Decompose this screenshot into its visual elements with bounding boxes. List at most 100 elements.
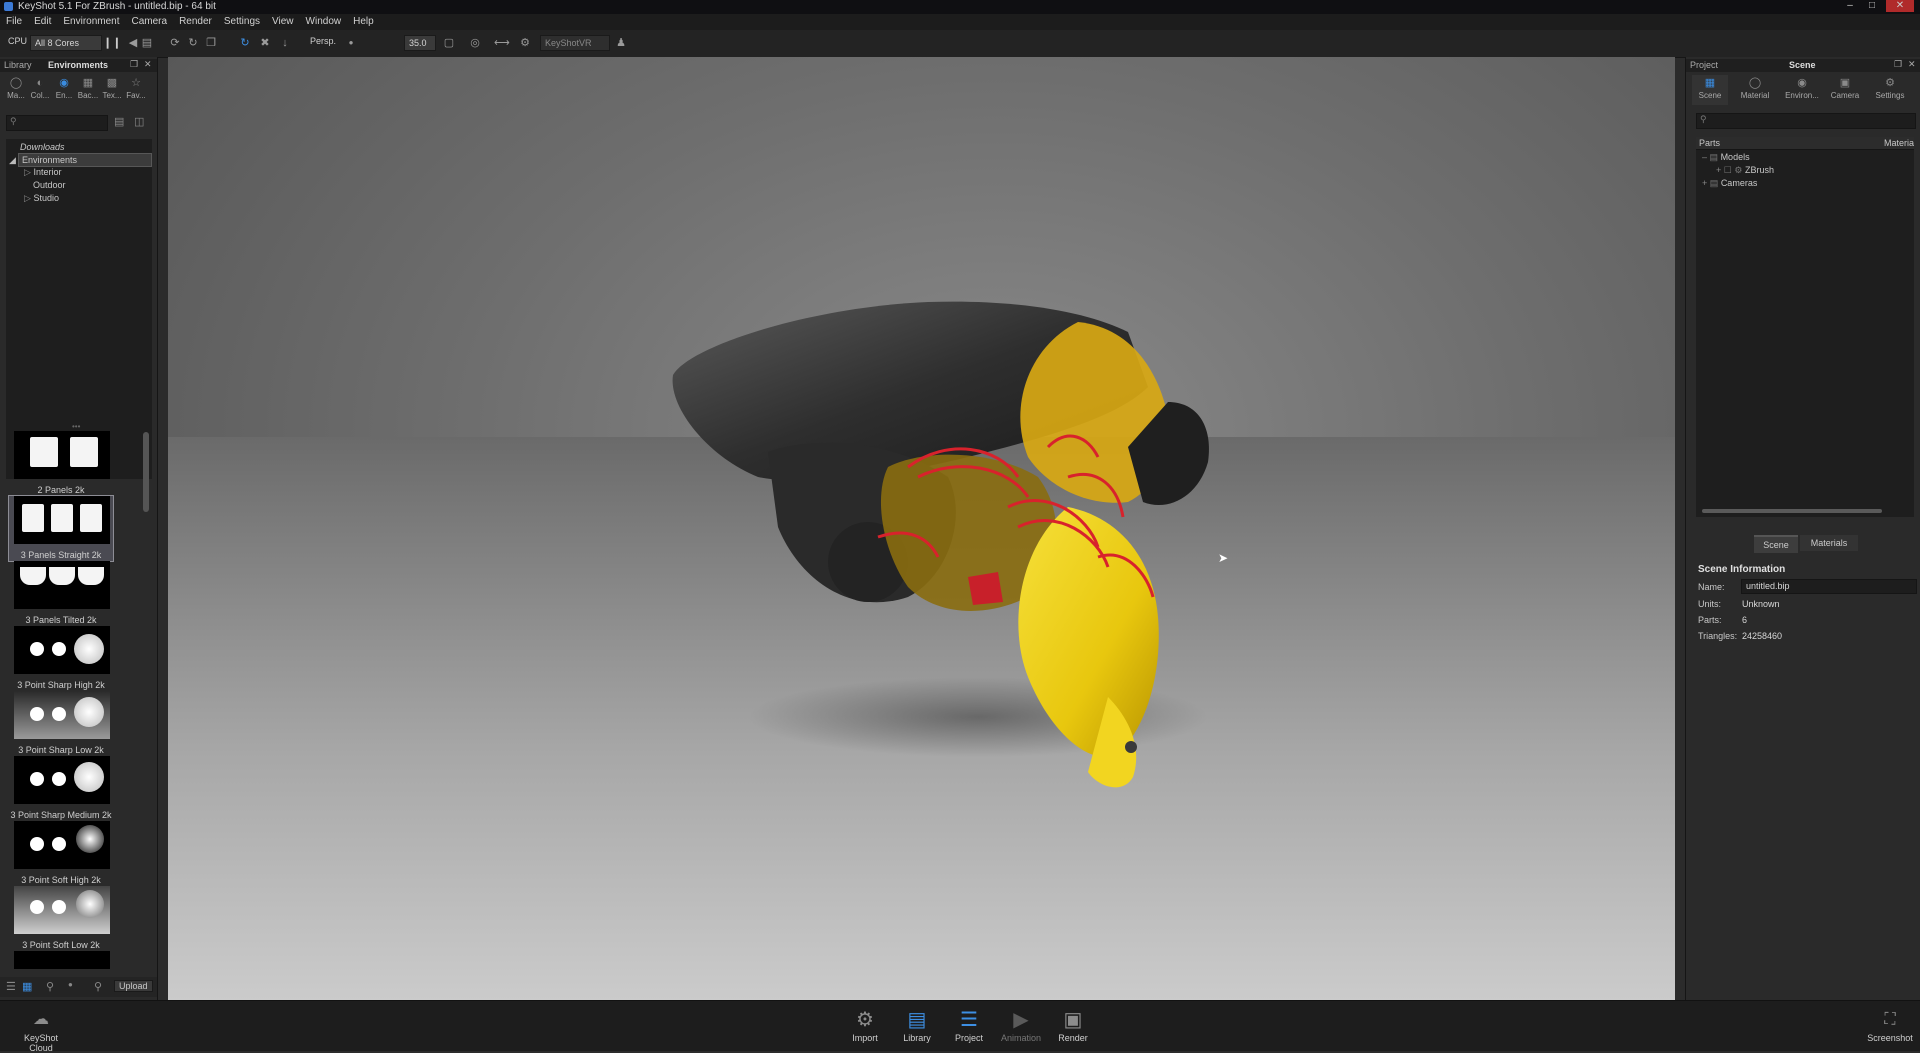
triangles-label: Triangles: — [1698, 631, 1738, 641]
checkbox-icon[interactable]: ☐ — [1724, 165, 1732, 175]
menu-help[interactable]: Help — [347, 14, 380, 27]
menu-window[interactable]: Window — [300, 14, 348, 27]
animation-button[interactable]: ▶ Animation — [996, 1007, 1046, 1049]
grid-view-icon[interactable]: ▦ — [22, 980, 32, 993]
scene-search-input[interactable]: ⚲ — [1696, 113, 1916, 129]
thumbnail-scrollbar[interactable] — [143, 432, 149, 512]
copy-icon[interactable]: ❐ — [204, 37, 218, 49]
tree-item-studio[interactable]: ▷ Studio — [24, 192, 59, 204]
column-material[interactable]: Materia — [1884, 138, 1914, 148]
subtab-scene[interactable]: Scene — [1754, 535, 1798, 553]
target-icon[interactable]: ◎ — [468, 37, 482, 49]
region-icon[interactable]: ▢ — [442, 37, 456, 49]
pause-icon[interactable]: ❙❙ — [103, 37, 121, 49]
focal-length-input[interactable]: 35.0 — [404, 35, 436, 51]
collapse-arrow-icon[interactable]: ▷ — [24, 167, 31, 177]
keyshot-cloud-button[interactable]: ☁ KeyShot Cloud — [16, 1007, 66, 1053]
menu-camera[interactable]: Camera — [126, 14, 174, 27]
tab-environment[interactable]: ◉ Environ... — [1782, 75, 1822, 105]
tab-scene[interactable]: ▦ Scene — [1692, 75, 1728, 105]
tree-item-cameras[interactable]: + ▤ Cameras — [1702, 177, 1757, 189]
camera-tumble-icon[interactable]: ⟳ — [168, 37, 182, 49]
size-slider-knob-icon[interactable]: ● — [68, 980, 73, 989]
fit-icon[interactable]: ✖ — [258, 37, 272, 49]
menu-render[interactable]: Render — [173, 14, 218, 27]
tab-camera[interactable]: ▣ Camera — [1827, 75, 1863, 105]
minimize-icon[interactable]: – — [1840, 0, 1860, 12]
tab-settings[interactable]: ⚙ Settings — [1872, 75, 1908, 105]
view-mode-label[interactable]: Persp. — [310, 36, 336, 46]
tab-materials[interactable]: ◯ Ma... — [4, 75, 28, 105]
maximize-icon[interactable]: □ — [1862, 0, 1882, 12]
tree-item-zbrush[interactable]: + ☐ ⚙ ZBrush — [1716, 164, 1774, 176]
close-window-icon[interactable]: ✕ — [1886, 0, 1914, 12]
folder-add-icon[interactable]: ◫ — [134, 115, 144, 128]
menu-file[interactable]: File — [0, 14, 28, 27]
scene-name-input[interactable]: untitled.bip — [1741, 579, 1917, 594]
tree-item-interior[interactable]: ▷ Interior — [24, 166, 61, 178]
thumbnail-3-point-sharp-low[interactable]: 3 Point Sharp Low 2k — [9, 691, 113, 756]
focal-slider-knob-icon[interactable]: ● — [344, 37, 358, 49]
thumbnail-label: 3 Point Sharp Low 2k — [18, 745, 104, 755]
zoom-in-icon[interactable]: ⚲ — [94, 980, 102, 993]
expand-icon[interactable]: + — [1716, 165, 1721, 175]
expand-icon[interactable]: ⟷ — [494, 37, 510, 49]
library-search-input[interactable]: ⚲ — [6, 115, 108, 131]
thumbnail-partial[interactable] — [9, 951, 113, 969]
person-icon[interactable]: ♟ — [614, 37, 628, 49]
model-render[interactable] — [168, 57, 1675, 1000]
tab-backplates[interactable]: ▦ Bac... — [76, 75, 100, 105]
download-icon[interactable]: ↓ — [278, 37, 292, 49]
float-icon[interactable]: ❐ — [130, 59, 138, 70]
zoom-out-icon[interactable]: ⚲ — [46, 980, 54, 993]
collapse-icon[interactable]: – — [1702, 152, 1707, 162]
tree-item-outdoor[interactable]: Outdoor — [33, 179, 66, 191]
upload-button[interactable]: Upload — [114, 980, 153, 992]
subtab-materials[interactable]: Materials — [1800, 535, 1858, 551]
gear-icon[interactable]: ⚙ — [518, 37, 532, 49]
tab-favorites[interactable]: ☆ Fav... — [124, 75, 148, 105]
thumbnail-3-point-soft-high[interactable]: 3 Point Soft High 2k — [9, 821, 113, 886]
tab-material[interactable]: ◯ Material — [1737, 75, 1773, 105]
rotate-icon[interactable]: ↻ — [186, 37, 200, 49]
library-button[interactable]: ▤ Library — [892, 1007, 942, 1049]
column-parts[interactable]: Parts — [1699, 138, 1720, 148]
menu-edit[interactable]: Edit — [28, 14, 57, 27]
thumbnail-3-panels-straight[interactable]: 3 Panels Straight 2k — [8, 495, 114, 562]
project-button[interactable]: ☰ Project — [944, 1007, 994, 1049]
film-icon[interactable]: ▤ — [140, 37, 154, 49]
menu-view[interactable]: View — [266, 14, 300, 27]
list-view-icon[interactable]: ☰ — [6, 980, 16, 993]
tab-textures[interactable]: ▩ Tex... — [100, 75, 124, 105]
expand-arrow-icon[interactable]: ◢ — [9, 154, 16, 166]
render-viewport[interactable]: ➤ — [168, 57, 1675, 1000]
float-icon[interactable]: ❐ — [1894, 59, 1902, 70]
thumbnail-3-panels-tilted[interactable]: 3 Panels Tilted 2k — [9, 561, 113, 626]
refresh-icon[interactable]: ↻ — [238, 37, 252, 49]
thumbnail-2-panels[interactable]: 2 Panels 2k — [9, 431, 113, 496]
close-icon[interactable]: ✕ — [1908, 59, 1916, 70]
import-button[interactable]: ⚙ Import — [840, 1007, 890, 1049]
close-icon[interactable]: ✕ — [144, 59, 152, 70]
collapse-arrow-icon[interactable]: ▷ — [24, 193, 31, 203]
scene-tree-scrollbar[interactable] — [1702, 509, 1882, 513]
screenshot-button[interactable]: ⛶ Screenshot — [1862, 1007, 1918, 1049]
render-button[interactable]: ▣ Render — [1048, 1007, 1098, 1049]
tree-item-environments[interactable]: ◢ Environments — [9, 153, 152, 167]
cores-select[interactable]: All 8 Cores — [30, 35, 102, 51]
folder-icon[interactable]: ▤ — [114, 115, 124, 128]
thumbnail-label: 2 Panels 2k — [37, 485, 85, 495]
menu-environment[interactable]: Environment — [57, 14, 125, 27]
tree-item-models[interactable]: – ▤ Models — [1702, 151, 1750, 163]
tree-item-downloads[interactable]: Downloads — [20, 141, 65, 153]
thumbnail-3-point-soft-low[interactable]: 3 Point Soft Low 2k — [9, 886, 113, 951]
tab-colors[interactable]: ◐ Col... — [28, 75, 52, 105]
thumbnail-3-point-sharp-high[interactable]: 3 Point Sharp High 2k — [9, 626, 113, 691]
import-icon: ⚙ — [856, 1009, 874, 1031]
prev-frame-icon[interactable]: ◀ — [126, 37, 140, 49]
keyshotvr-button[interactable]: KeyShotVR — [540, 35, 610, 51]
expand-icon[interactable]: + — [1702, 178, 1707, 188]
tab-environments[interactable]: ◉ En... — [52, 75, 76, 105]
menu-settings[interactable]: Settings — [218, 14, 266, 27]
thumbnail-3-point-sharp-medium[interactable]: 3 Point Sharp Medium 2k — [9, 756, 113, 821]
